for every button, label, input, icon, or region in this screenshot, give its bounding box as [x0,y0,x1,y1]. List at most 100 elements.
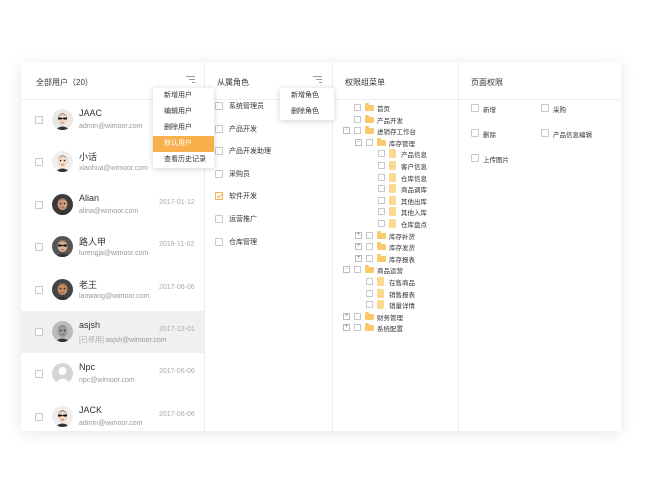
tree-checkbox[interactable] [366,243,373,251]
user-menu-item[interactable]: 查看历史记录 [153,152,214,168]
user-menu-item[interactable]: 编辑用户 [153,104,214,120]
tree-node[interactable]: 销量详情 [333,299,459,310]
filter-icon[interactable] [313,76,322,84]
folder-icon [365,311,374,320]
tree-node[interactable]: 其他出库 [333,195,459,206]
user-date: 2016-11-02 [159,241,195,249]
expand-icon[interactable]: + [355,254,362,262]
tree-node[interactable]: 销售报表 [333,288,459,299]
role-menu-item[interactable]: 删除角色 [280,104,334,120]
user-menu-item[interactable]: 新增用户 [153,88,214,104]
user-checkbox[interactable] [35,116,43,124]
tree-checkbox[interactable] [354,127,361,135]
user-email: admin@wimoor.com [79,123,143,130]
role-checkbox[interactable] [215,237,223,246]
user-row[interactable]: 路人甲 lurengja@wimoor.com 2016-11-02 [21,226,205,268]
folder-icon [365,126,374,135]
filter-icon[interactable] [186,76,195,84]
tree-checkbox[interactable] [354,104,361,111]
role-item[interactable]: 软件开发 [205,188,333,204]
tree-node[interactable]: 仓库盘点 [333,218,459,229]
user-checkbox[interactable] [35,328,43,336]
role-checkbox[interactable] [215,124,223,133]
user-checkbox[interactable] [35,370,43,379]
role-item[interactable]: 运营推广 [205,211,333,227]
tree-checkbox[interactable] [378,150,385,158]
tree-node[interactable]: - 进销存工作台 [333,125,459,136]
expand-icon[interactable]: + [343,324,350,332]
tree-node[interactable]: - 库存管理 [333,137,459,148]
permission-checkbox[interactable] [541,129,549,137]
tree-checkbox[interactable] [378,220,385,227]
tree-checkbox[interactable] [366,138,373,146]
user-checkbox[interactable] [35,243,43,252]
role-item[interactable]: 产品开发助理 [205,143,333,159]
tree-node[interactable]: + 库存发货 [333,241,459,252]
tree-checkbox[interactable] [378,173,385,181]
user-checkbox[interactable] [35,412,43,421]
user-menu-item[interactable]: 删除用户 [153,120,214,136]
expand-icon[interactable]: + [355,243,362,251]
tree-checkbox[interactable] [354,324,361,332]
user-row[interactable]: Alian alina@wimoor.com 2017-01-12 [21,184,205,226]
permission-checkbox[interactable] [471,129,479,137]
tree-node[interactable]: 客户信息 [333,160,459,171]
tree-node[interactable]: + 库存补货 [333,230,459,241]
tree-node[interactable]: 在售商品 [333,276,459,287]
user-menu-item[interactable]: 默认用户 [153,136,214,152]
tree-node[interactable]: 其他入库 [333,206,459,217]
tree-node[interactable]: 产品信息 [333,148,459,159]
tree-node[interactable]: + 系统配置 [333,322,459,333]
users-title: 全部用户（20） [36,78,93,87]
role-item[interactable]: 采购员 [205,166,333,182]
collapse-icon[interactable]: - [355,138,362,146]
tree-node[interactable]: 首页 [333,102,459,113]
role-item[interactable]: 仓库管理 [205,234,333,250]
user-checkbox[interactable] [35,200,43,209]
role-checkbox[interactable] [215,147,223,156]
expand-icon[interactable]: + [343,312,350,320]
role-checkbox[interactable] [215,102,223,110]
user-email: xiaohua@wimoor.com [79,165,148,172]
user-row[interactable]: asjsh [已停用] asjsh@wimoor.com 2017-12-01 [21,311,205,353]
tree-node[interactable]: 商品调库 [333,183,459,194]
permission-checkbox[interactable] [471,104,479,112]
tree-node[interactable]: - 商品运营 [333,264,459,275]
collapse-icon[interactable]: - [343,266,350,274]
user-email-text: lurengja@wimoor.com [79,250,149,258]
tree-checkbox[interactable] [378,196,385,204]
expand-icon[interactable]: + [355,231,362,239]
collapse-icon[interactable]: - [343,127,350,135]
tree-checkbox[interactable] [366,278,373,285]
role-checkbox[interactable] [215,169,223,178]
tree-checkbox[interactable] [366,231,373,239]
role-item[interactable]: 产品开发 [205,121,333,137]
tree-node[interactable]: 产品开发 [333,114,459,125]
user-row[interactable]: JACK admin@wimoor.com 2017-06-06 [21,396,205,438]
tree-checkbox[interactable] [378,162,385,169]
tree-node[interactable]: + 库存报表 [333,253,459,264]
tree-checkbox[interactable] [366,301,373,309]
tree-node[interactable]: 仓库信息 [333,172,459,183]
user-checkbox[interactable] [35,285,43,294]
tree-checkbox[interactable] [354,115,361,123]
tree-checkbox[interactable] [354,266,361,274]
user-checkbox[interactable] [35,158,43,167]
role-label: 产品开发助理 [229,148,271,156]
folder-icon [377,242,386,251]
tree-checkbox[interactable] [354,312,361,320]
permission-checkbox[interactable] [471,154,479,162]
role-checkbox[interactable] [215,192,223,201]
tree-node[interactable]: + 财务管理 [333,311,459,322]
avatar [52,278,73,300]
tree-checkbox[interactable] [366,254,373,262]
user-row[interactable]: 老王 laowang@wimoor.com 2017-06-06 [21,269,205,311]
tree-checkbox[interactable] [366,289,373,297]
permission-checkbox[interactable] [541,104,549,112]
tree-checkbox[interactable] [378,185,385,193]
avatar [52,405,73,427]
role-menu-item[interactable]: 新增角色 [280,88,334,104]
tree-checkbox[interactable] [378,208,385,216]
role-checkbox[interactable] [215,215,223,223]
user-row[interactable]: Npc npc@wimoor.com 2017-06-06 [21,353,205,395]
